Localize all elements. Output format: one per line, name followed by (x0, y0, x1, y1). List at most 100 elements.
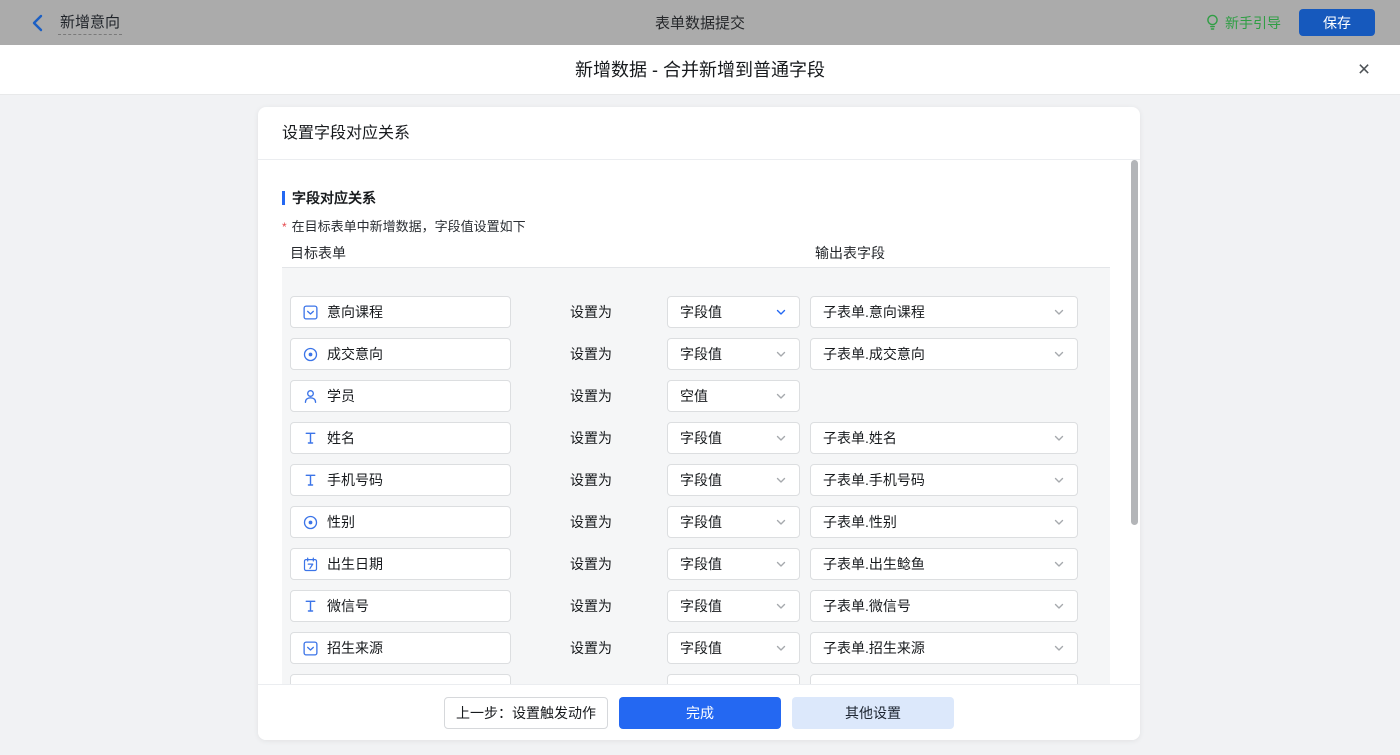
value-mode-select[interactable]: 字段值 (667, 422, 800, 454)
chevron-down-icon (775, 348, 787, 360)
chevron-down-icon (775, 306, 787, 318)
target-field-label: 意向课程 (327, 302, 383, 322)
calendar-field-icon (302, 556, 318, 572)
field-mapping-row: 手机号码 设置为 字段值 子表单.手机号码 (282, 464, 1110, 496)
chevron-down-icon (775, 558, 787, 570)
panel-footer: 上一步：设置触发动作 完成 其他设置 (258, 684, 1140, 740)
target-field-box (290, 674, 511, 684)
beginner-guide-label: 新手引导 (1225, 13, 1281, 33)
field-mapping-row: 招生来源 设置为 字段值 子表单.招生来源 (282, 632, 1110, 664)
field-mapping-row: 学员 设置为 空值 (282, 380, 1110, 412)
chevron-down-icon (1053, 306, 1065, 318)
required-asterisk: * (282, 220, 287, 234)
set-as-label: 设置为 (570, 422, 612, 454)
target-field-label: 出生日期 (327, 554, 383, 574)
chevron-down-icon (775, 642, 787, 654)
prev-step-button[interactable]: 上一步：设置触发动作 (444, 697, 608, 729)
output-field-select[interactable]: 子表单.性别 (810, 506, 1078, 538)
select-field-icon (302, 640, 318, 656)
value-mode-value: 字段值 (680, 554, 722, 574)
lightbulb-icon (1205, 14, 1220, 31)
value-mode-select[interactable]: 空值 (667, 380, 800, 412)
output-field-value: 子表单.姓名 (823, 428, 897, 448)
value-mode-select[interactable]: 字段值 (667, 632, 800, 664)
modal-header: 新增数据 - 合并新增到普通字段 × (0, 45, 1400, 95)
target-field-box: 意向课程 (290, 296, 511, 328)
chevron-down-icon (1053, 600, 1065, 612)
target-field-box: 学员 (290, 380, 511, 412)
top-bar: 新增意向 表单数据提交 新手引导 保存 (0, 0, 1400, 45)
target-field-box: 出生日期 (290, 548, 511, 580)
other-settings-button[interactable]: 其他设置 (792, 697, 954, 729)
output-field-select[interactable]: 子表单.出生鲶鱼 (810, 548, 1078, 580)
text-field-icon (302, 472, 318, 488)
output-field-select[interactable]: 子表单.姓名 (810, 422, 1078, 454)
beginner-guide-link[interactable]: 新手引导 (1205, 13, 1281, 33)
close-icon[interactable]: × (1352, 58, 1376, 82)
chevron-down-icon (1053, 432, 1065, 444)
value-mode-select[interactable] (667, 674, 800, 684)
page-title: 表单数据提交 (0, 12, 1400, 33)
save-button[interactable]: 保存 (1299, 9, 1375, 36)
scrollbar-thumb[interactable] (1131, 160, 1138, 525)
chevron-down-icon (1053, 474, 1065, 486)
field-mapping-row: 意向课程 设置为 字段值 子表单.意向课程 (282, 296, 1110, 328)
target-field-label: 手机号码 (327, 470, 383, 490)
output-field-select[interactable]: 子表单.意向课程 (810, 296, 1078, 328)
output-field-select[interactable]: 子表单.手机号码 (810, 464, 1078, 496)
section-description: *在目标表单中新增数据，字段值设置如下 (282, 216, 526, 235)
chevron-down-icon (1053, 642, 1065, 654)
value-mode-select[interactable]: 字段值 (667, 506, 800, 538)
field-mapping-panel: 设置字段对应关系 字段对应关系 *在目标表单中新增数据，字段值设置如下 目标表单… (258, 107, 1140, 740)
chevron-down-icon (775, 432, 787, 444)
output-field-value: 子表单.成交意向 (823, 344, 925, 364)
target-field-label: 成交意向 (327, 344, 383, 364)
radio-field-icon (302, 514, 318, 530)
set-as-label: 设置为 (570, 464, 612, 496)
output-field-value: 子表单.微信号 (823, 596, 911, 616)
target-field-label: 招生来源 (327, 638, 383, 658)
target-field-label: 微信号 (327, 596, 369, 616)
set-as-label: 设置为 (570, 338, 612, 370)
person-field-icon (302, 388, 318, 404)
output-field-select[interactable]: 子表单.成交意向 (810, 338, 1078, 370)
section-accent-bar (282, 191, 285, 205)
field-mapping-row: 成交意向 设置为 字段值 子表单.成交意向 (282, 338, 1110, 370)
output-field-value: 子表单.意向课程 (823, 302, 925, 322)
value-mode-select[interactable]: 字段值 (667, 338, 800, 370)
rows-area: 意向课程 设置为 字段值 子表单.意向课程 成交意向 设置为 字段值 (282, 268, 1110, 684)
output-field-select[interactable] (810, 674, 1078, 684)
field-mapping-row: 性别 设置为 字段值 子表单.性别 (282, 506, 1110, 538)
output-field-value: 子表单.性别 (823, 512, 897, 532)
panel-header: 设置字段对应关系 (258, 107, 1140, 160)
text-field-icon (302, 598, 318, 614)
output-field-value: 子表单.手机号码 (823, 470, 925, 490)
chevron-down-icon (775, 390, 787, 402)
set-as-label: 设置为 (570, 296, 612, 328)
select-field-icon (302, 304, 318, 320)
output-field-select[interactable]: 子表单.微信号 (810, 590, 1078, 622)
target-field-label: 学员 (327, 386, 355, 406)
output-field-select[interactable]: 子表单.招生来源 (810, 632, 1078, 664)
value-mode-select[interactable]: 字段值 (667, 464, 800, 496)
target-field-label: 性别 (327, 512, 355, 532)
field-mapping-row: 姓名 设置为 字段值 子表单.姓名 (282, 422, 1110, 454)
value-mode-select[interactable]: 字段值 (667, 590, 800, 622)
value-mode-select[interactable]: 字段值 (667, 296, 800, 328)
output-field-value: 子表单.出生鲶鱼 (823, 554, 925, 574)
column-headers: 目标表单 输出表字段 (282, 243, 1110, 268)
value-mode-value: 字段值 (680, 428, 722, 448)
radio-field-icon (302, 346, 318, 362)
target-field-box: 手机号码 (290, 464, 511, 496)
chevron-down-icon (1053, 558, 1065, 570)
target-field-box: 微信号 (290, 590, 511, 622)
set-as-label: 设置为 (570, 380, 612, 412)
value-mode-value: 空值 (680, 386, 708, 406)
chevron-down-icon (1053, 516, 1065, 528)
chevron-down-icon (775, 516, 787, 528)
value-mode-value: 字段值 (680, 512, 722, 532)
done-button[interactable]: 完成 (619, 697, 781, 729)
column-header-output-fields: 输出表字段 (815, 243, 885, 263)
value-mode-select[interactable]: 字段值 (667, 548, 800, 580)
modal-title: 新增数据 - 合并新增到普通字段 (0, 45, 1400, 95)
